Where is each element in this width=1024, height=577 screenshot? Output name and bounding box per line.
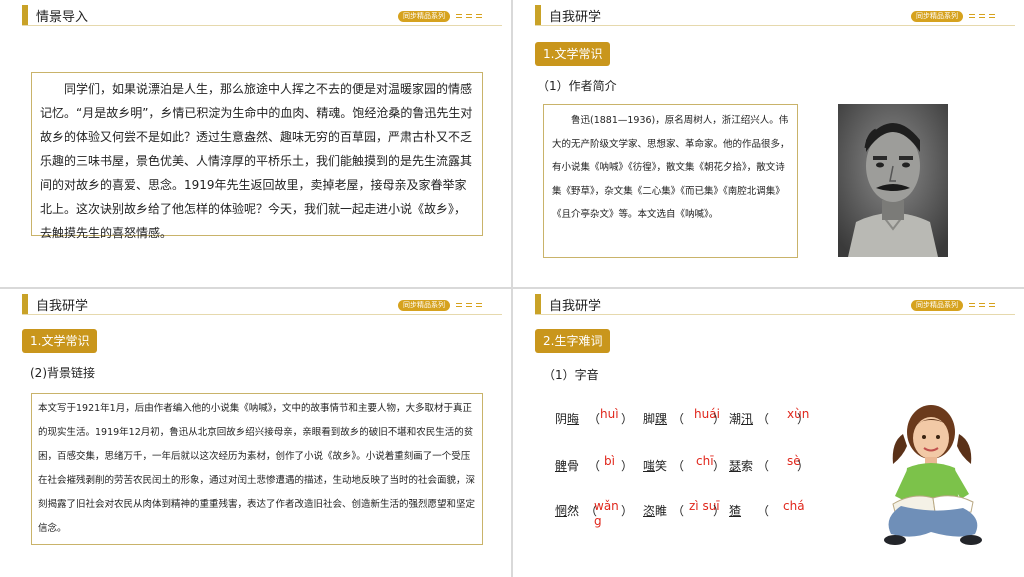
word-sesuo: 瑟索 — [729, 459, 754, 473]
pinyin: chī — [696, 454, 714, 468]
author-text-box: 鲁迅(1881—1936)，原名周树人，浙江绍兴人。伟大的无产阶级文学家、思想家… — [543, 104, 798, 258]
header-accent-bar — [535, 5, 541, 25]
section-tag: 1.文学常识 — [535, 42, 611, 66]
reading-girl-illustration — [873, 394, 993, 549]
series-badge-group: 同步精品系列 — [398, 10, 482, 22]
header-accent-bar — [22, 294, 28, 314]
series-badge: 同步精品系列 — [398, 299, 450, 311]
word-bigu: 髀骨 — [555, 459, 580, 473]
series-badge: 同步精品系列 — [398, 10, 450, 22]
intro-paragraph: 同学们，如果说漂泊是人生，那么旅途中人挥之不去的便是对温暖家园的情感记忆。“月是… — [40, 82, 473, 240]
word-yinhui: 阴晦 — [555, 412, 580, 426]
series-badge-group: 同步精品系列 — [911, 10, 995, 22]
background-text-box: 本文写于1921年1月，后由作者编入他的小说集《呐喊》，文中的故事情节和主要人物… — [31, 393, 483, 545]
slide-title: 情景导入 — [36, 10, 89, 25]
intro-text-box: 同学们，如果说漂泊是人生，那么旅途中人挥之不去的便是对温暖家园的情感记忆。“月是… — [31, 72, 483, 240]
section-tag: 1.文学常识 — [22, 329, 98, 353]
header-divider — [535, 25, 1015, 26]
subheading: （1）作者简介 — [537, 79, 617, 93]
slide-title: 自我研学 — [549, 299, 602, 314]
series-decoration — [969, 303, 995, 307]
author-portrait — [838, 104, 948, 257]
word-zisui: 恣睢 — [643, 504, 668, 518]
series-badge-group: 同步精品系列 — [398, 299, 482, 311]
subheading: (2)背景链接 — [30, 366, 95, 380]
word-wangran: 惘然 — [555, 504, 580, 518]
header-accent-bar — [535, 294, 541, 314]
series-badge-group: 同步精品系列 — [911, 299, 995, 311]
series-decoration — [456, 303, 482, 307]
pinyin: huì — [600, 407, 619, 421]
subheading: （1）字音 — [543, 368, 599, 382]
portrait-image — [838, 104, 948, 257]
word-cha: 猹 — [729, 504, 742, 518]
slide-background: 自我研学 同步精品系列 1.文学常识 (2)背景链接 本文写于1921年1月，后… — [0, 289, 511, 577]
pinyin: bì — [604, 454, 615, 468]
series-badge: 同步精品系列 — [911, 299, 963, 311]
word-chixiao: 嗤笑 — [643, 459, 668, 473]
series-badge: 同步精品系列 — [911, 10, 963, 22]
header-divider — [535, 314, 1015, 315]
series-decoration — [456, 14, 482, 18]
header-divider — [22, 25, 502, 26]
author-paragraph: 鲁迅(1881—1936)，原名周树人，浙江绍兴人。伟大的无产阶级文学家、思想家… — [552, 115, 790, 220]
pinyin: chá — [783, 499, 805, 513]
word-chaoxun: 潮汛 — [729, 412, 754, 426]
word-jiaohuai: 脚踝 — [643, 412, 668, 426]
slide-author-intro: 自我研学 同步精品系列 1.文学常识 （1）作者简介 鲁迅(1881—1936)… — [513, 0, 1024, 287]
slide-title: 自我研学 — [36, 299, 89, 314]
header-divider — [22, 314, 502, 315]
pinyin: wǎng — [594, 499, 619, 528]
section-tag: 2.生字难词 — [535, 329, 611, 353]
header-accent-bar — [22, 5, 28, 25]
slide-title: 自我研学 — [549, 10, 602, 25]
girl-image — [884, 405, 982, 545]
slide-situation-intro: 情景导入 同步精品系列 同学们，如果说漂泊是人生，那么旅途中人挥之不去的便是对温… — [0, 0, 511, 287]
slide-vocabulary: 自我研学 同步精品系列 2.生字难词 （1）字音 阴晦 （ huì ） 脚踝 （… — [513, 289, 1024, 577]
series-decoration — [969, 14, 995, 18]
background-paragraph: 本文写于1921年1月，后由作者编入他的小说集《呐喊》，文中的故事情节和主要人物… — [38, 403, 476, 534]
